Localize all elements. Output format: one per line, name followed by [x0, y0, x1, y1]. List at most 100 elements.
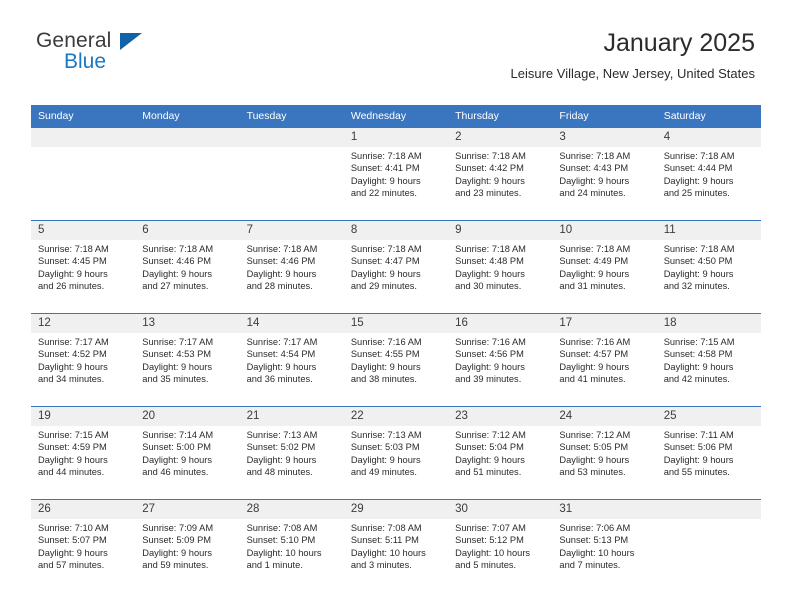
- daylight-line-2: and 22 minutes.: [350, 187, 417, 198]
- weekday-header-tuesday: Tuesday: [239, 105, 344, 128]
- day-number-10[interactable]: 10: [552, 220, 657, 240]
- sunrise-line: Sunrise: 7:16 AM: [350, 337, 422, 347]
- calendar-body: 1234 Sunrise: 7:18 AM Sunset: 4:41 PM Dayl…: [31, 128, 761, 592]
- daylight-line-1: Daylight: 10 hours: [455, 547, 531, 558]
- week-daynumber-row: 1234: [31, 128, 761, 147]
- day-number-12[interactable]: 12: [31, 313, 136, 333]
- daylight-line-1: Daylight: 9 hours: [350, 454, 421, 465]
- day-number-19[interactable]: 19: [31, 406, 136, 426]
- day-number-30[interactable]: 30: [448, 499, 553, 519]
- sunset-line: Sunset: 4:57 PM: [559, 349, 629, 360]
- day-details-2: Sunrise: 7:18 AM Sunset: 4:42 PM Daylight:…: [448, 147, 553, 221]
- daylight-line-2: and 36 minutes.: [246, 373, 313, 384]
- sunrise-line: Sunrise: 7:17 AM: [142, 337, 214, 347]
- day-details-14: Sunrise: 7:17 AM Sunset: 4:54 PM Daylight:…: [239, 333, 344, 407]
- sunset-line: Sunset: 4:42 PM: [455, 163, 524, 174]
- day-number-4[interactable]: 4: [656, 128, 761, 147]
- day-details-26: Sunrise: 7:10 AM Sunset: 5:07 PM Daylight:…: [31, 519, 136, 592]
- weekday-header-sunday: Sunday: [31, 105, 136, 128]
- daylight-line-1: Daylight: 9 hours: [246, 454, 317, 465]
- day-number-11[interactable]: 11: [656, 220, 761, 240]
- sunrise-line: Sunrise: 7:08 AM: [246, 523, 318, 533]
- sunset-line: Sunset: 4:53 PM: [142, 349, 212, 360]
- sunrise-line: Sunrise: 7:16 AM: [455, 337, 526, 347]
- sunrise-line: Sunrise: 7:18 AM: [350, 244, 422, 254]
- day-number-24[interactable]: 24: [552, 406, 657, 426]
- day-details-6: Sunrise: 7:18 AM Sunset: 4:46 PM Daylight:…: [135, 240, 240, 314]
- day-number-21[interactable]: 21: [239, 406, 344, 426]
- day-number-28[interactable]: 28: [239, 499, 344, 519]
- daylight-line-2: and 26 minutes.: [38, 280, 105, 291]
- day-number-31[interactable]: 31: [552, 499, 657, 519]
- daylight-line-1: Daylight: 9 hours: [350, 268, 421, 279]
- daylight-line-1: Daylight: 9 hours: [559, 361, 630, 372]
- week-detail-row: Sunrise: 7:18 AM Sunset: 4:45 PM Daylight:…: [31, 240, 761, 314]
- sunrise-line: Sunrise: 7:12 AM: [559, 430, 631, 440]
- day-number-27[interactable]: 27: [135, 499, 240, 519]
- sunrise-line: Sunrise: 7:18 AM: [455, 244, 526, 254]
- daylight-line-1: Daylight: 9 hours: [663, 361, 734, 372]
- day-number-7[interactable]: 7: [239, 220, 344, 240]
- sunset-line: Sunset: 5:03 PM: [350, 442, 420, 453]
- day-number-23[interactable]: 23: [448, 406, 553, 426]
- day-number-5[interactable]: 5: [31, 220, 136, 240]
- sunset-line: Sunset: 4:50 PM: [663, 256, 733, 267]
- sunset-line: Sunset: 5:04 PM: [455, 442, 524, 453]
- day-number-15[interactable]: 15: [343, 313, 449, 333]
- sunset-line: Sunset: 4:45 PM: [38, 256, 107, 267]
- daylight-line-1: Daylight: 9 hours: [142, 547, 213, 558]
- day-details-4: Sunrise: 7:18 AM Sunset: 4:44 PM Daylight:…: [656, 147, 761, 221]
- day-number-1[interactable]: 1: [343, 128, 449, 147]
- daylight-line-2: and 24 minutes.: [559, 187, 626, 198]
- sunset-line: Sunset: 4:49 PM: [559, 256, 629, 267]
- day-details-31: Sunrise: 7:06 AM Sunset: 5:13 PM Daylight:…: [552, 519, 657, 592]
- day-number-18[interactable]: 18: [656, 313, 761, 333]
- daylight-line-1: Daylight: 9 hours: [663, 454, 734, 465]
- day-details-9: Sunrise: 7:18 AM Sunset: 4:48 PM Daylight:…: [448, 240, 553, 314]
- daylight-line-2: and 51 minutes.: [455, 466, 522, 477]
- daylight-line-1: Daylight: 9 hours: [455, 454, 525, 465]
- daylight-line-2: and 1 minute.: [246, 559, 303, 570]
- day-number-16[interactable]: 16: [448, 313, 553, 333]
- day-number-22[interactable]: 22: [343, 406, 449, 426]
- daylight-line-1: Daylight: 9 hours: [559, 175, 630, 186]
- day-details-10: Sunrise: 7:18 AM Sunset: 4:49 PM Daylight:…: [552, 240, 657, 314]
- day-details-17: Sunrise: 7:16 AM Sunset: 4:57 PM Daylight:…: [552, 333, 657, 407]
- day-number-25[interactable]: 25: [656, 406, 761, 426]
- sunset-line: Sunset: 5:07 PM: [38, 535, 107, 546]
- week-daynumber-row: 26 27 28 29 30 31: [31, 499, 761, 519]
- day-number-8[interactable]: 8: [343, 220, 449, 240]
- day-number-20[interactable]: 20: [135, 406, 240, 426]
- weekday-header-saturday: Saturday: [656, 105, 761, 128]
- sunrise-line: Sunrise: 7:14 AM: [142, 430, 214, 440]
- general-blue-logo[interactable]: General Blue: [36, 30, 216, 80]
- weekday-header-row: Sunday Monday Tuesday Wednesday Thursday Frid…: [31, 105, 761, 128]
- daylight-line-1: Daylight: 9 hours: [38, 361, 108, 372]
- sunset-line: Sunset: 4:48 PM: [455, 256, 524, 267]
- daylight-line-2: and 55 minutes.: [663, 466, 730, 477]
- day-number-9[interactable]: 9: [448, 220, 553, 240]
- day-number-14[interactable]: 14: [239, 313, 344, 333]
- day-number-3[interactable]: 3: [552, 128, 657, 147]
- day-details-19: Sunrise: 7:15 AM Sunset: 4:59 PM Daylight:…: [31, 426, 136, 500]
- day-number-6[interactable]: 6: [135, 220, 240, 240]
- day-number-29[interactable]: 29: [343, 499, 449, 519]
- daylight-line-2: and 57 minutes.: [38, 559, 105, 570]
- day-number-2[interactable]: 2: [448, 128, 553, 147]
- daylight-line-2: and 41 minutes.: [559, 373, 626, 384]
- daylight-line-2: and 32 minutes.: [663, 280, 730, 291]
- week-detail-row: Sunrise: 7:18 AM Sunset: 4:41 PM Daylight:…: [31, 147, 761, 221]
- day-details-empty: [135, 147, 240, 221]
- daylight-line-1: Daylight: 9 hours: [38, 268, 108, 279]
- daylight-line-2: and 31 minutes.: [559, 280, 626, 291]
- daylight-line-2: and 38 minutes.: [350, 373, 417, 384]
- title-block: January 2025 Leisure Village, New Jersey…: [511, 28, 755, 83]
- daylight-line-2: and 39 minutes.: [455, 373, 522, 384]
- day-details-20: Sunrise: 7:14 AM Sunset: 5:00 PM Daylight:…: [135, 426, 240, 500]
- daylight-line-1: Daylight: 9 hours: [663, 175, 734, 186]
- day-number-26[interactable]: 26: [31, 499, 136, 519]
- daylight-line-2: and 44 minutes.: [38, 466, 105, 477]
- day-number-13[interactable]: 13: [135, 313, 240, 333]
- sunrise-line: Sunrise: 7:12 AM: [455, 430, 526, 440]
- day-number-17[interactable]: 17: [552, 313, 657, 333]
